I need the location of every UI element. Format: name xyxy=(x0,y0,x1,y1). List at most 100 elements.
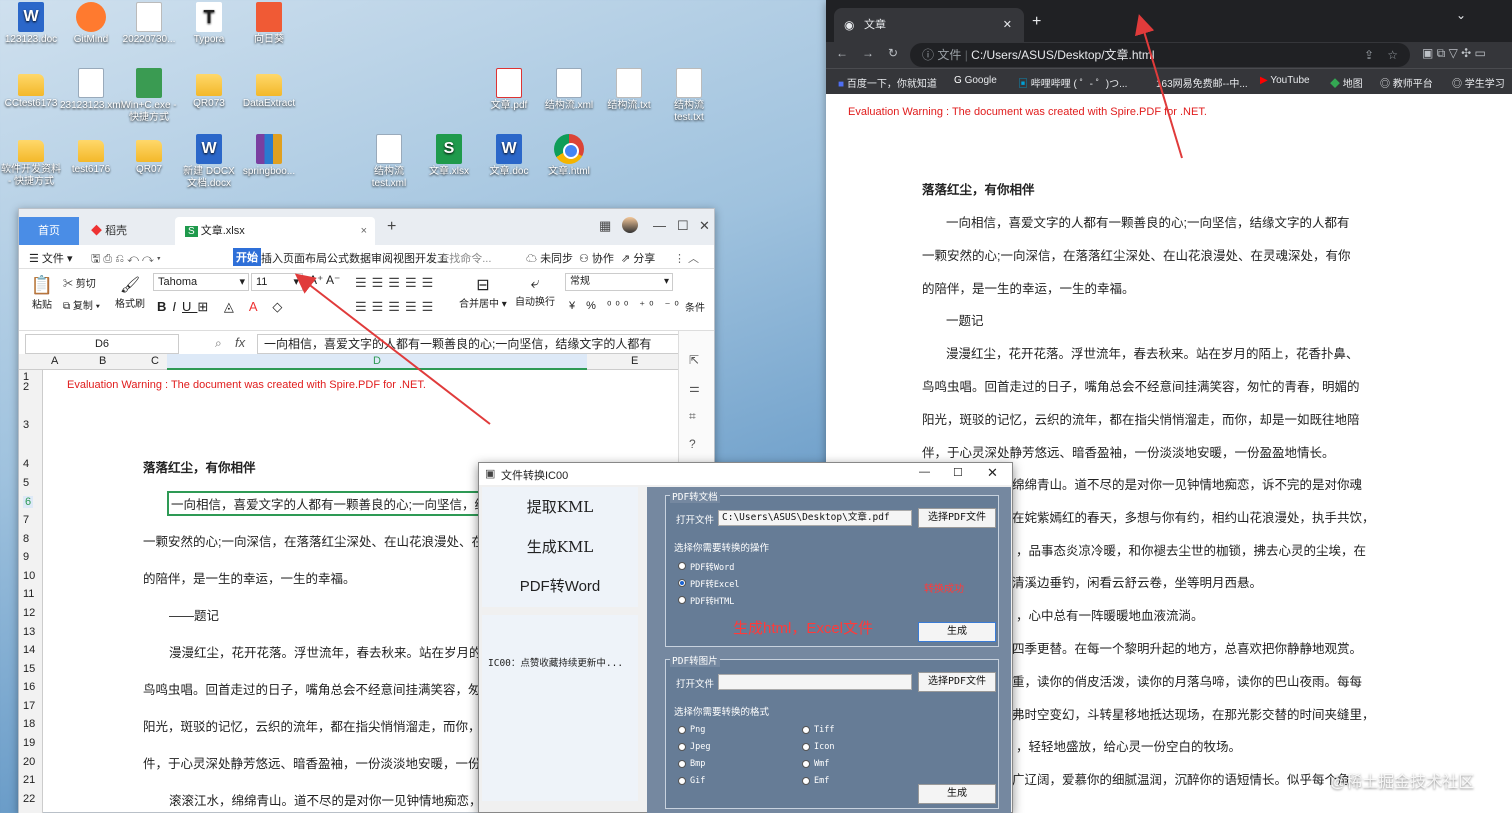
add-tab-icon[interactable]: + xyxy=(387,218,396,236)
desktop-icon-folder[interactable]: CCtest6173 xyxy=(0,68,62,110)
format-painter-button[interactable]: 🖌 格式刷 xyxy=(113,275,147,310)
menu-ribbon-tabs[interactable]: 插入页面布局公式数据审阅视图开发工 xyxy=(261,250,448,266)
select-pdf-button[interactable]: 选择PDF文件 xyxy=(918,508,996,528)
wrap-text-button[interactable]: ⤶ 自动换行 xyxy=(515,275,555,308)
merge-center-button[interactable]: ⊟ 合并居中 ▾ xyxy=(459,275,507,310)
align-buttons-top[interactable]: ☰☰☰☰☰ xyxy=(355,275,438,291)
close-tab-icon[interactable]: × xyxy=(361,217,367,245)
row-header[interactable]: 4 xyxy=(23,458,29,470)
desktop-icon-xlsx[interactable]: S 文章.xlsx xyxy=(418,134,480,178)
row-header[interactable]: 16 xyxy=(23,681,35,693)
tab-daoke[interactable]: ◆ 稻壳 xyxy=(81,217,171,245)
extension-icons[interactable]: ▣ ⧉ ▽ ✣ ▭ xyxy=(1422,46,1486,61)
row-header[interactable]: 20 xyxy=(23,756,35,768)
share-button[interactable]: ⇗ 分享 xyxy=(621,250,655,266)
grid-view-icon[interactable]: ▦ xyxy=(599,218,611,234)
desktop-icon-doc[interactable]: W 文章.doc xyxy=(478,134,540,178)
selected-cell-d6[interactable]: 一向相信，喜爱文字的人都有一颗善良的心;一向坚信，结 xyxy=(167,491,491,516)
fx-icon[interactable]: fx xyxy=(235,335,245,350)
cursor-icon[interactable]: ⇱ xyxy=(689,353,699,367)
row-header[interactable]: 13 xyxy=(23,626,35,638)
bookmark-map[interactable]: ◆ 地图 xyxy=(1330,75,1363,90)
reload-icon[interactable]: ↻ xyxy=(888,46,898,60)
row-header[interactable]: 10 xyxy=(23,570,35,582)
row-header[interactable]: 14 xyxy=(23,644,35,656)
zoom-icon[interactable]: ⌕ xyxy=(215,336,222,351)
name-box[interactable]: D6 xyxy=(25,334,179,354)
desktop-icon-typora[interactable]: T Typora xyxy=(178,2,240,46)
row-header[interactable]: 22 xyxy=(23,793,35,805)
radio-wmf[interactable] xyxy=(802,760,810,768)
cut-button[interactable]: ✂ 剪切 xyxy=(63,275,96,290)
radio-png[interactable] xyxy=(678,726,686,734)
image-file-path-input[interactable] xyxy=(718,674,912,690)
share-icon[interactable]: ⇪ xyxy=(1364,43,1374,67)
radio-gif[interactable] xyxy=(678,777,686,785)
row-header[interactable]: 21 xyxy=(23,774,35,786)
radio-emf[interactable] xyxy=(802,777,810,785)
cell-text[interactable]: ——题记 xyxy=(169,605,219,624)
formula-input[interactable]: 一向相信，喜爱文字的人都有一颗善良的心;一向坚信，结缘文字的人都有 xyxy=(257,334,679,354)
radio-icon[interactable] xyxy=(802,743,810,751)
font-family-select[interactable]: Tahoma ▾ xyxy=(153,273,249,291)
desktop-icon-txt[interactable]: 结构流 test.txt xyxy=(658,68,720,124)
sliders-icon[interactable]: ⚌ xyxy=(689,381,700,395)
bookmark-163[interactable]: 163网易免费邮--中... xyxy=(1156,75,1248,90)
desktop-icon-pdf[interactable]: 文章.pdf xyxy=(478,68,540,112)
number-format-buttons[interactable]: ¥ % ⁰⁰⁰ ⁺⁰ ⁻⁰ xyxy=(569,299,683,312)
close-icon[interactable]: ✕ xyxy=(987,465,998,481)
cell-text[interactable]: 滚滚江水，绵绵青山。道不尽的是对你一见钟情地痴恋， xyxy=(169,790,482,809)
desktop-icon-shortcut-folder[interactable]: 软件开发资料 - 快捷方式 xyxy=(0,134,62,188)
nav-generate-kml[interactable]: 生成KML xyxy=(482,527,638,567)
row-header[interactable]: 12 xyxy=(23,607,35,619)
minimize-icon[interactable]: — xyxy=(919,466,930,478)
url-input[interactable]: ⓘ 文件 | C:/Users/ASUS/Desktop/文章.html ⇪ ☆ xyxy=(910,43,1410,67)
cell-text[interactable]: 件，于心灵深处静芳悠远、暗香盈袖，一份淡淡地安暖，一份 xyxy=(143,753,481,772)
tab-file-xlsx[interactable]: S 文章.xlsx × xyxy=(175,217,375,245)
close-tab-icon[interactable]: ✕ xyxy=(1003,8,1012,42)
back-icon[interactable]: ← xyxy=(836,46,848,60)
menu-start-tab[interactable]: 开始 xyxy=(233,248,261,266)
cell-text[interactable]: 阳光，斑驳的记忆，云织的流年，都在指尖悄悄溜走，而你， xyxy=(143,716,481,735)
paste-button[interactable]: 📋 粘贴 xyxy=(29,275,55,311)
row-header[interactable]: 9 xyxy=(23,551,29,563)
nav-extract-kml[interactable]: 提取KML xyxy=(482,487,638,527)
desktop-icon-winc[interactable]: Win+C.exe - 快捷方式 xyxy=(118,68,180,124)
column-header[interactable]: C xyxy=(151,355,159,367)
number-format-select[interactable]: 常规 ▾ xyxy=(565,273,673,291)
bookmark-student[interactable]: ◎ 学生学习 xyxy=(1452,75,1505,90)
bookmark-baidu[interactable]: ■ 百度一下，你就知道 xyxy=(838,75,937,90)
new-tab-icon[interactable]: + xyxy=(1032,13,1041,31)
row-header[interactable]: 6 xyxy=(23,496,34,508)
bookmark-bilibili[interactable]: ▣ 哔哩哔哩 ( ゜- ゜)つ... xyxy=(1018,75,1127,90)
column-header[interactable]: A xyxy=(51,355,58,367)
browser-tab[interactable]: ◉ 文章 ✕ xyxy=(834,8,1024,42)
radio-tiff[interactable] xyxy=(802,726,810,734)
crop-icon[interactable]: ⌗ xyxy=(689,409,696,424)
cell-text[interactable]: 漫漫红尘，花开花落。浮世流年，春去秋来。站在岁月的 xyxy=(169,642,482,661)
cell-text[interactable]: 一颗安然的心;一向深信，在落落红尘深处、在山花浪漫处、在 xyxy=(143,531,484,550)
star-icon[interactable]: ☆ xyxy=(1387,43,1398,67)
cell-title[interactable]: 落落红尘，有你相伴 xyxy=(143,457,256,476)
font-size-select[interactable]: 11 ▾ xyxy=(251,273,303,291)
row-header[interactable]: 19 xyxy=(23,737,35,749)
nav-pdf-to-word[interactable]: PDF转Word xyxy=(482,567,638,607)
desktop-icon-html[interactable]: 文章.html xyxy=(538,134,600,178)
row-header[interactable]: 7 xyxy=(23,514,29,526)
menu-file[interactable]: ☰ 文件 ▾ xyxy=(29,250,73,266)
select-pdf-button[interactable]: 选择PDF文件 xyxy=(918,672,996,692)
desktop-icon-xml[interactable]: 结构流.xml xyxy=(538,68,600,112)
file-path-input[interactable]: C:\Users\ASUS\Desktop\文章.pdf xyxy=(718,510,912,526)
desktop-icon-folder[interactable]: QR073 xyxy=(178,68,240,110)
avatar[interactable] xyxy=(622,217,638,233)
desktop-icon-folder[interactable]: QR07 xyxy=(118,134,180,176)
row-header[interactable]: 11 xyxy=(23,588,34,600)
toolbar-quick-icons[interactable]: 🖫 ⎙ ⎌ ↶ ↷ ▾ xyxy=(91,250,161,269)
bookmark-youtube[interactable]: ▶ YouTube xyxy=(1260,75,1310,86)
radio-bmp[interactable] xyxy=(678,760,686,768)
desktop-icon-archive[interactable]: springboo... xyxy=(238,134,300,178)
copy-button[interactable]: ⧉ 复制 ▾ xyxy=(63,297,100,312)
tab-home[interactable]: 首页 xyxy=(19,217,79,245)
cell-text[interactable]: 鸟鸣虫唱。回首走过的日子，嘴角总会不经意间挂满笑容，匆 xyxy=(143,679,481,698)
radio-pdf-word[interactable] xyxy=(678,562,686,570)
